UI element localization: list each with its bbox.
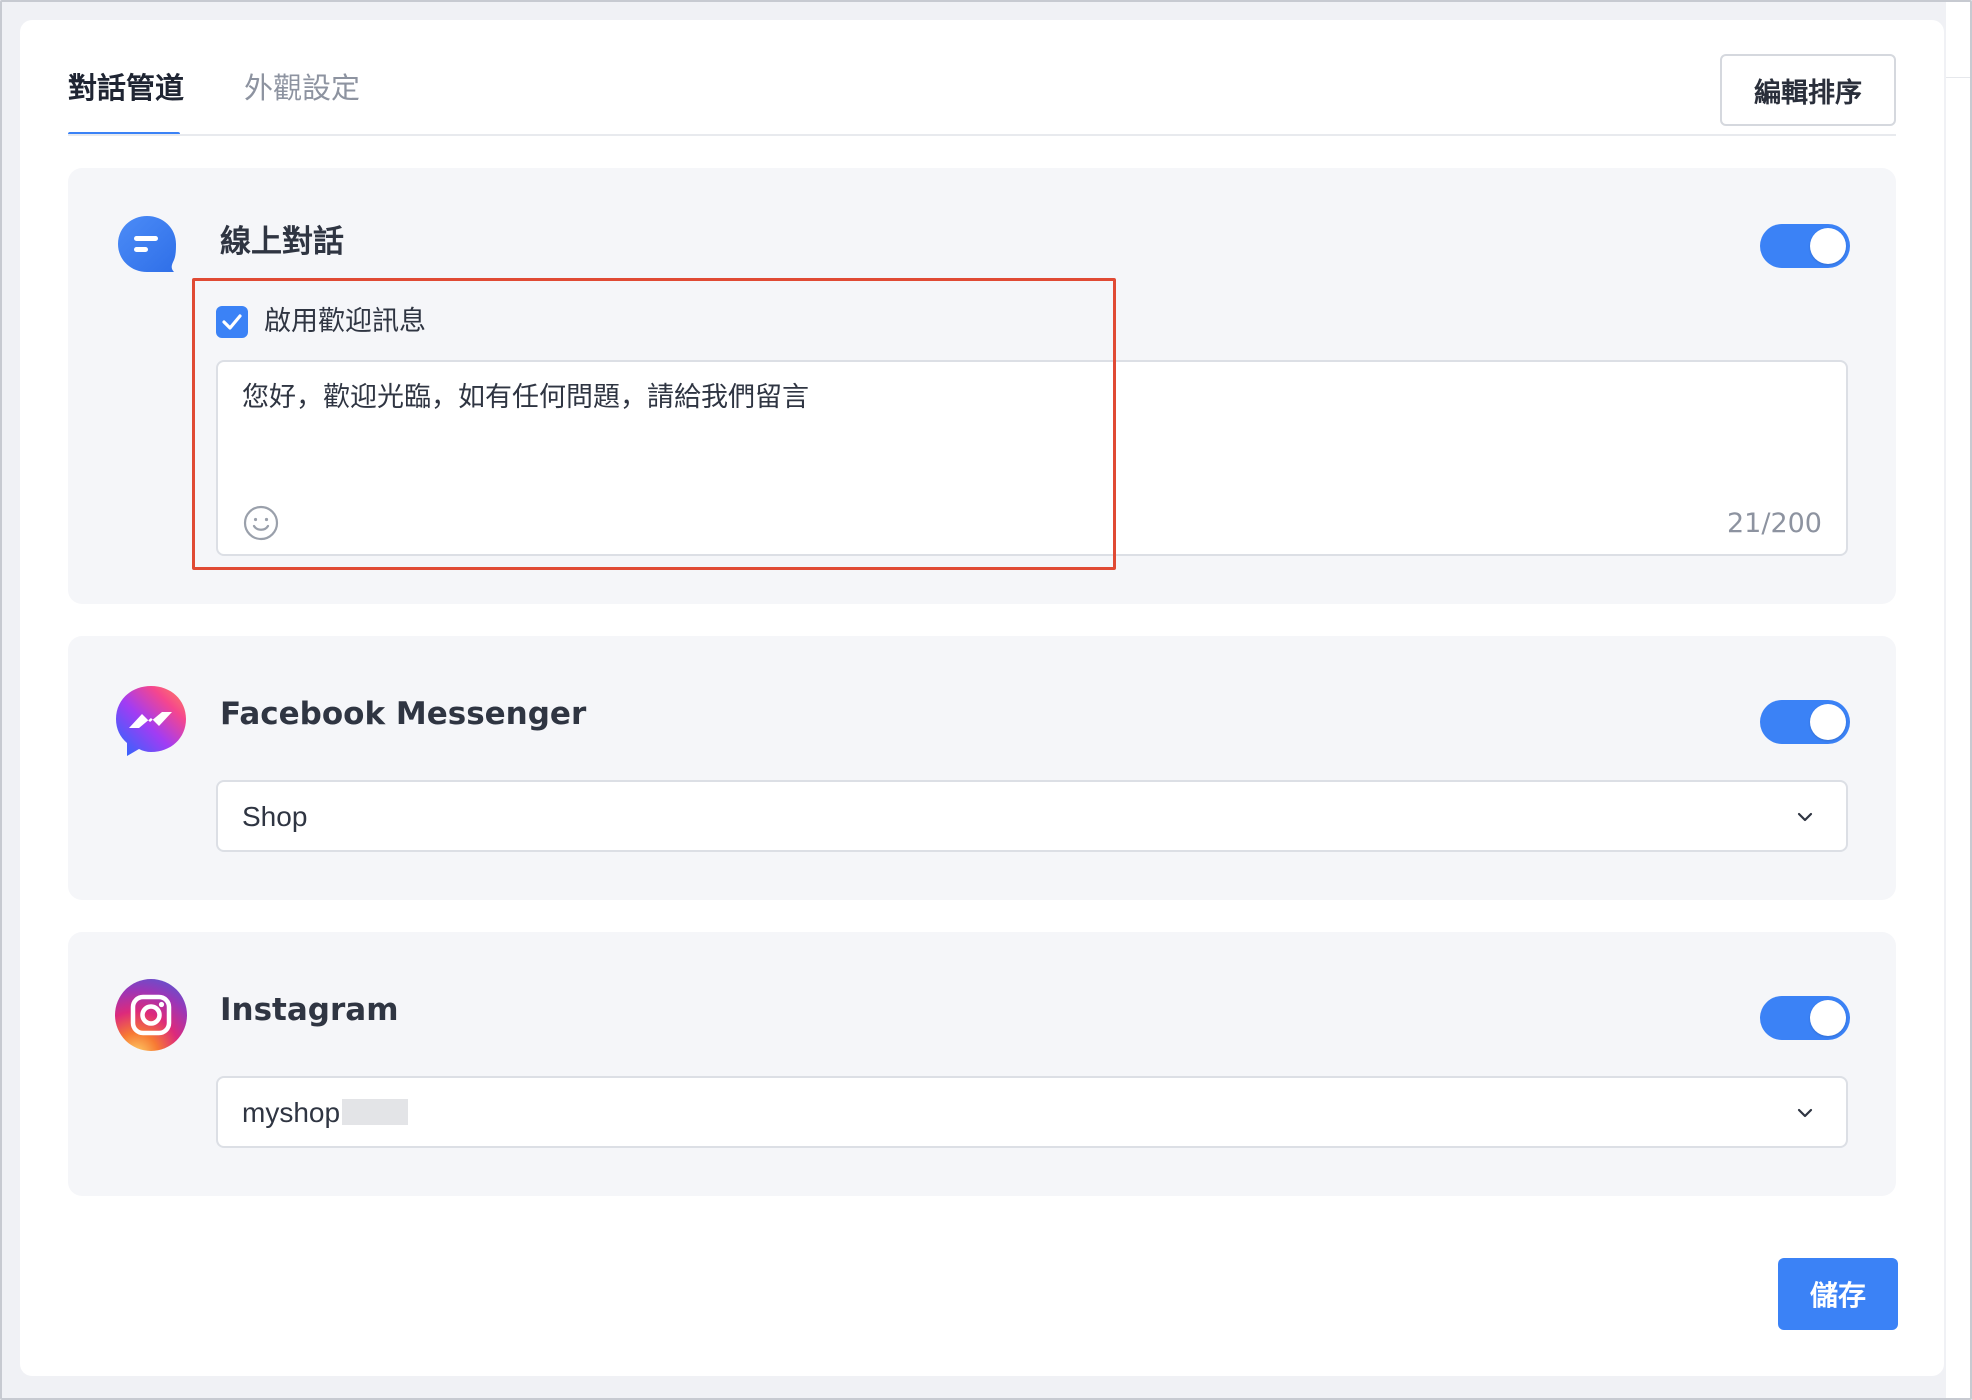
- chevron-down-icon: [1797, 1108, 1813, 1118]
- welcome-message-label: 啟用歡迎訊息: [264, 306, 426, 337]
- welcome-message-checkbox[interactable]: [216, 306, 248, 338]
- divider: [1946, 77, 1970, 78]
- right-edge-strip: [1946, 2, 1970, 1398]
- chevron-down-icon: [1797, 812, 1813, 822]
- save-button[interactable]: 儲存: [1778, 1258, 1898, 1330]
- instagram-account-select[interactable]: myshop: [216, 1076, 1848, 1148]
- channel-panel-instagram: Instagram myshop: [68, 932, 1896, 1196]
- channel-panel-messenger: Facebook Messenger Shop: [68, 636, 1896, 900]
- messenger-selected-value: Shop: [242, 801, 308, 832]
- live-chat-toggle[interactable]: [1760, 224, 1850, 268]
- channel-panel-live-chat: 線上對話 啟用歡迎訊息 您好，歡迎光臨，如有任何問題，請給我們留言 21/200: [68, 168, 1896, 604]
- instagram-selected-value: myshop: [242, 1094, 409, 1132]
- character-count: 21/200: [1727, 508, 1822, 539]
- channel-title-instagram: Instagram: [220, 992, 399, 1028]
- tabs-divider: [68, 134, 1896, 136]
- messenger-toggle[interactable]: [1760, 700, 1850, 744]
- messenger-page-select[interactable]: Shop: [216, 780, 1848, 852]
- instagram-toggle[interactable]: [1760, 996, 1850, 1040]
- tab-bar: 對話管道 外觀設定: [68, 56, 1896, 136]
- tab-channels[interactable]: 對話管道: [68, 70, 184, 106]
- channel-title-messenger: Facebook Messenger: [220, 696, 587, 732]
- toggle-knob: [1810, 1000, 1846, 1036]
- edit-sort-button[interactable]: 編輯排序: [1720, 54, 1896, 126]
- welcome-message-text: 您好，歡迎光臨，如有任何問題，請給我們留言: [242, 382, 809, 413]
- emoji-icon[interactable]: [242, 504, 280, 542]
- checkmark-icon: [222, 314, 242, 330]
- welcome-message-textarea[interactable]: 您好，歡迎光臨，如有任何問題，請給我們留言 21/200: [216, 360, 1848, 556]
- toggle-knob: [1810, 704, 1846, 740]
- redacted-block: [342, 1099, 409, 1125]
- instagram-account-name: myshop: [242, 1097, 341, 1128]
- tab-appearance[interactable]: 外觀設定: [244, 70, 360, 106]
- chat-bubble-icon: [118, 216, 176, 272]
- instagram-icon: [115, 979, 187, 1051]
- toggle-knob: [1810, 228, 1846, 264]
- messenger-icon: [116, 686, 186, 756]
- channel-title-live-chat: 線上對話: [220, 224, 344, 260]
